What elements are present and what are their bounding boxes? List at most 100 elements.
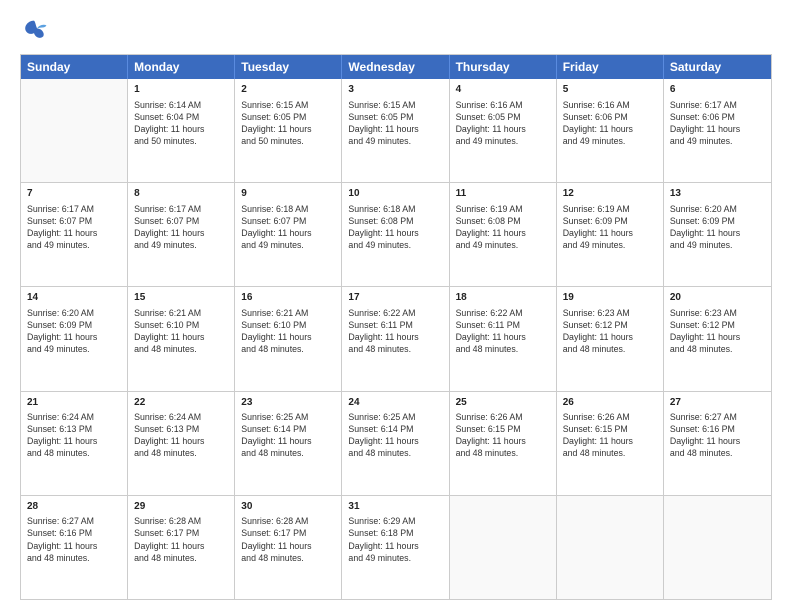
day-number: 27: [670, 396, 765, 410]
day-header-monday: Monday: [128, 55, 235, 79]
day-info: Sunrise: 6:26 AMSunset: 6:15 PMDaylight:…: [563, 411, 657, 460]
calendar-cell: 2Sunrise: 6:15 AMSunset: 6:05 PMDaylight…: [235, 79, 342, 182]
day-info: Sunrise: 6:25 AMSunset: 6:14 PMDaylight:…: [348, 411, 442, 460]
calendar: SundayMondayTuesdayWednesdayThursdayFrid…: [20, 54, 772, 600]
day-info: Sunrise: 6:28 AMSunset: 6:17 PMDaylight:…: [241, 515, 335, 564]
day-number: 17: [348, 291, 442, 305]
calendar-cell: 3 Sunrise: 6:15 AMSunset: 6:05 PMDaylight…: [342, 79, 449, 182]
day-number: 31: [348, 500, 442, 514]
calendar-cell: 19Sunrise: 6:23 AMSunset: 6:12 PMDayligh…: [557, 287, 664, 390]
calendar-cell: 29Sunrise: 6:28 AMSunset: 6:17 PMDayligh…: [128, 496, 235, 599]
day-info: Sunrise: 6:18 AMSunset: 6:07 PMDaylight:…: [241, 203, 335, 252]
day-number: 2: [241, 83, 335, 97]
day-number: 25: [456, 396, 550, 410]
calendar-cell: 14Sunrise: 6:20 AMSunset: 6:09 PMDayligh…: [21, 287, 128, 390]
day-number: 30: [241, 500, 335, 514]
day-number: 5: [563, 83, 657, 97]
calendar-cell: 16 Sunrise: 6:21 AMSunset: 6:10 PMDayligh…: [235, 287, 342, 390]
day-info: Sunrise: 6:21 AMSunset: 6:10 PMDaylight:…: [241, 307, 335, 356]
calendar-cell: 17 Sunrise: 6:22 AMSunset: 6:11 PMDayligh…: [342, 287, 449, 390]
day-number: 22: [134, 396, 228, 410]
calendar-cell: 9 Sunrise: 6:18 AMSunset: 6:07 PMDaylight…: [235, 183, 342, 286]
calendar-week-4: 21Sunrise: 6:24 AMSunset: 6:13 PMDayligh…: [21, 391, 771, 495]
logo-icon: [20, 16, 48, 44]
day-info: Sunrise: 6:17 AMSunset: 6:06 PMDaylight:…: [670, 99, 765, 148]
day-info: Sunrise: 6:28 AMSunset: 6:17 PMDaylight:…: [134, 515, 228, 564]
calendar-week-1: 1 Sunrise: 6:14 AMSunset: 6:04 PMDaylight…: [21, 79, 771, 182]
calendar-cell: [21, 79, 128, 182]
day-info: Sunrise: 6:20 AMSunset: 6:09 PMDaylight:…: [670, 203, 765, 252]
day-info: Sunrise: 6:17 AMSunset: 6:07 PMDaylight:…: [27, 203, 121, 252]
day-number: 9: [241, 187, 335, 201]
day-info: Sunrise: 6:19 AMSunset: 6:08 PMDaylight:…: [456, 203, 550, 252]
calendar-cell: 23Sunrise: 6:25 AMSunset: 6:14 PMDayligh…: [235, 392, 342, 495]
day-number: 23: [241, 396, 335, 410]
day-info: Sunrise: 6:29 AMSunset: 6:18 PMDaylight:…: [348, 515, 442, 564]
day-number: 24: [348, 396, 442, 410]
day-number: 16: [241, 291, 335, 305]
day-info: Sunrise: 6:16 AMSunset: 6:06 PMDaylight:…: [563, 99, 657, 148]
day-number: 20: [670, 291, 765, 305]
day-header-wednesday: Wednesday: [342, 55, 449, 79]
day-number: 29: [134, 500, 228, 514]
day-number: 14: [27, 291, 121, 305]
day-number: 1: [134, 83, 228, 97]
calendar-week-2: 7 Sunrise: 6:17 AMSunset: 6:07 PMDaylight…: [21, 182, 771, 286]
calendar-cell: 31Sunrise: 6:29 AMSunset: 6:18 PMDayligh…: [342, 496, 449, 599]
day-info: Sunrise: 6:16 AMSunset: 6:05 PMDaylight:…: [456, 99, 550, 148]
day-info: Sunrise: 6:19 AMSunset: 6:09 PMDaylight:…: [563, 203, 657, 252]
day-info: Sunrise: 6:24 AMSunset: 6:13 PMDaylight:…: [134, 411, 228, 460]
day-number: 10: [348, 187, 442, 201]
header: [20, 16, 772, 44]
calendar-cell: [557, 496, 664, 599]
calendar-cell: 11Sunrise: 6:19 AMSunset: 6:08 PMDayligh…: [450, 183, 557, 286]
calendar-cell: 24Sunrise: 6:25 AMSunset: 6:14 PMDayligh…: [342, 392, 449, 495]
day-info: Sunrise: 6:22 AMSunset: 6:11 PMDaylight:…: [456, 307, 550, 356]
calendar-header: SundayMondayTuesdayWednesdayThursdayFrid…: [21, 55, 771, 79]
day-number: 3: [348, 83, 442, 97]
day-header-friday: Friday: [557, 55, 664, 79]
calendar-cell: 6 Sunrise: 6:17 AMSunset: 6:06 PMDaylight…: [664, 79, 771, 182]
calendar-cell: 27Sunrise: 6:27 AMSunset: 6:16 PMDayligh…: [664, 392, 771, 495]
calendar-cell: 7 Sunrise: 6:17 AMSunset: 6:07 PMDaylight…: [21, 183, 128, 286]
day-info: Sunrise: 6:27 AMSunset: 6:16 PMDaylight:…: [27, 515, 121, 564]
calendar-week-3: 14Sunrise: 6:20 AMSunset: 6:09 PMDayligh…: [21, 286, 771, 390]
day-info: Sunrise: 6:18 AMSunset: 6:08 PMDaylight:…: [348, 203, 442, 252]
day-number: 13: [670, 187, 765, 201]
day-header-tuesday: Tuesday: [235, 55, 342, 79]
calendar-cell: 25Sunrise: 6:26 AMSunset: 6:15 PMDayligh…: [450, 392, 557, 495]
calendar-cell: [450, 496, 557, 599]
day-info: Sunrise: 6:27 AMSunset: 6:16 PMDaylight:…: [670, 411, 765, 460]
calendar-cell: [664, 496, 771, 599]
day-info: Sunrise: 6:23 AMSunset: 6:12 PMDaylight:…: [563, 307, 657, 356]
calendar-cell: 20Sunrise: 6:23 AMSunset: 6:12 PMDayligh…: [664, 287, 771, 390]
calendar-cell: 13 Sunrise: 6:20 AMSunset: 6:09 PMDayligh…: [664, 183, 771, 286]
calendar-week-5: 28Sunrise: 6:27 AMSunset: 6:16 PMDayligh…: [21, 495, 771, 599]
day-header-thursday: Thursday: [450, 55, 557, 79]
page: SundayMondayTuesdayWednesdayThursdayFrid…: [0, 0, 792, 612]
day-info: Sunrise: 6:21 AMSunset: 6:10 PMDaylight:…: [134, 307, 228, 356]
day-header-saturday: Saturday: [664, 55, 771, 79]
day-number: 21: [27, 396, 121, 410]
calendar-cell: 1 Sunrise: 6:14 AMSunset: 6:04 PMDaylight…: [128, 79, 235, 182]
calendar-cell: 15 Sunrise: 6:21 AMSunset: 6:10 PMDayligh…: [128, 287, 235, 390]
day-number: 7: [27, 187, 121, 201]
calendar-cell: 18Sunrise: 6:22 AMSunset: 6:11 PMDayligh…: [450, 287, 557, 390]
day-info: Sunrise: 6:14 AMSunset: 6:04 PMDaylight:…: [134, 99, 228, 148]
day-number: 15: [134, 291, 228, 305]
day-number: 28: [27, 500, 121, 514]
calendar-cell: 30Sunrise: 6:28 AMSunset: 6:17 PMDayligh…: [235, 496, 342, 599]
logo: [20, 16, 52, 44]
day-number: 8: [134, 187, 228, 201]
day-number: 12: [563, 187, 657, 201]
day-number: 4: [456, 83, 550, 97]
calendar-cell: 5 Sunrise: 6:16 AMSunset: 6:06 PMDaylight…: [557, 79, 664, 182]
calendar-cell: 22Sunrise: 6:24 AMSunset: 6:13 PMDayligh…: [128, 392, 235, 495]
day-info: Sunrise: 6:22 AMSunset: 6:11 PMDaylight:…: [348, 307, 442, 356]
calendar-cell: 8Sunrise: 6:17 AMSunset: 6:07 PMDaylight…: [128, 183, 235, 286]
day-info: Sunrise: 6:26 AMSunset: 6:15 PMDaylight:…: [456, 411, 550, 460]
day-number: 6: [670, 83, 765, 97]
calendar-cell: 28Sunrise: 6:27 AMSunset: 6:16 PMDayligh…: [21, 496, 128, 599]
day-info: Sunrise: 6:15 AMSunset: 6:05 PMDaylight:…: [348, 99, 442, 148]
day-info: Sunrise: 6:24 AMSunset: 6:13 PMDaylight:…: [27, 411, 121, 460]
